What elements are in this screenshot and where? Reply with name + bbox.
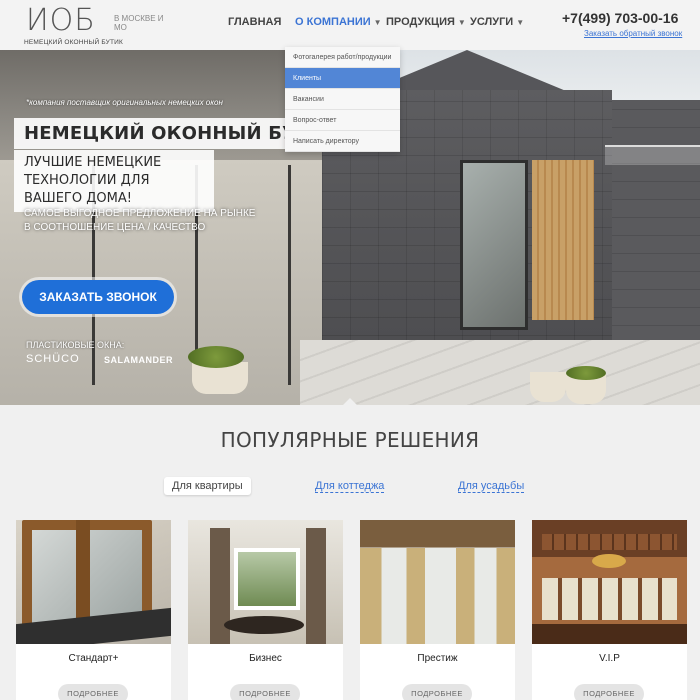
details-button[interactable]: ПОДРОБНЕЕ [230,684,300,700]
nav-services[interactable]: УСЛУГИ ▼ [470,16,524,28]
card-name: Престиж [417,653,458,664]
nav-about[interactable]: О КОМПАНИИ ▼ [295,16,382,28]
hero-mullion [288,165,291,385]
order-call-button[interactable]: ЗАКАЗАТЬ ЗВОНОК [22,280,174,314]
hero-subtitle: ЛУЧШИЕ НЕМЕЦКИЕ ТЕХНОЛОГИИ ДЛЯ ВАШЕГО ДО… [14,150,214,212]
phone-number[interactable]: +7(499) 703-00-16 [562,10,678,26]
logo-subtitle: НЕМЕЦКИЙ ОКОННЫЙ БУТИК [24,39,124,46]
brands-label: ПЛАСТИКОВЫЕ ОКНА: [26,340,125,350]
hero-notch [342,398,358,406]
hero-side-wall [612,100,700,380]
solution-card-business[interactable] [188,520,343,700]
nav-home-label: ГЛАВНАЯ [228,16,282,28]
details-button[interactable]: ПОДРОБНЕЕ [402,684,472,700]
about-dropdown-menu: Фотогалерея работ/продукции Клиенты Вака… [285,47,400,152]
details-button[interactable]: ПОДРОБНЕЕ [58,684,128,700]
chevron-down-icon: ▼ [457,18,466,27]
schuco-logo: SCHÜCO [26,353,80,365]
nav-services-label: УСЛУГИ [470,16,514,28]
hero-balcony [605,145,700,165]
card-name: Бизнес [249,653,282,664]
dropdown-item-vacancies[interactable]: Вакансии [285,89,400,110]
dropdown-item-faq[interactable]: Вопрос-ответ [285,110,400,131]
details-button[interactable]: ПОДРОБНЕЕ [574,684,644,700]
tab-estate[interactable]: Для усадьбы [458,480,525,493]
dropdown-item-clients[interactable]: Клиенты [285,68,400,89]
chevron-down-icon: ▼ [516,18,525,27]
nav-about-label: О КОМПАНИИ [295,16,371,28]
card-image [532,520,687,644]
card-image [188,520,343,644]
site-header: ИОБ НЕМЕЦКИЙ ОКОННЫЙ БУТИК В МОСКВЕ И МО… [0,0,700,50]
nav-products[interactable]: ПРОДУКЦИЯ ▼ [386,16,466,28]
solution-card-vip[interactable] [532,520,687,700]
plant-pot [530,372,566,402]
plant [566,366,606,380]
logo[interactable]: ИОБ НЕМЕЦКИЙ ОКОННЫЙ БУТИК [24,3,123,47]
callback-link[interactable]: Заказать обратный звонок [584,29,682,38]
popular-title: ПОПУЛЯРНЫЕ РЕШЕНИЯ [220,428,480,452]
chevron-down-icon: ▼ [373,18,382,27]
solution-card-standard[interactable] [16,520,171,700]
card-image [16,520,171,644]
dropdown-item-write-director[interactable]: Написать директору [285,131,400,152]
hero-paving [300,340,700,405]
hero-wooden-shutter [532,160,594,320]
nav-products-label: ПРОДУКЦИЯ [386,16,455,28]
card-name: Стандарт+ [68,653,119,664]
logo-mark: ИОБ [26,3,96,38]
hero-window [460,160,528,330]
tab-cottage[interactable]: Для коттеджа [315,480,385,493]
city-label: В МОСКВЕ И МО [114,14,164,32]
hero-tagline: *компания поставщик оригинальных немецки… [26,98,223,107]
nav-home[interactable]: ГЛАВНАЯ [228,16,281,28]
card-image [360,520,515,644]
hero-offer-line: САМОЕ ВЫГОДНОЕ ПРЕДЛОЖЕНИЕ НА РЫНКЕ [24,208,256,219]
plant [188,346,244,368]
hero-offer-line: В СООТНОШЕНИЕ ЦЕНА / КАЧЕСТВО [24,222,206,233]
dropdown-item-gallery[interactable]: Фотогалерея работ/продукции [285,47,400,68]
tab-apartment[interactable]: Для квартиры [164,477,251,495]
salamander-logo: SALAMANDER [104,355,173,365]
hero-offer: САМОЕ ВЫГОДНОЕ ПРЕДЛОЖЕНИЕ НА РЫНКЕ В СО… [24,207,255,235]
card-name: V.I.P [599,653,620,664]
solution-card-prestige[interactable] [360,520,515,700]
